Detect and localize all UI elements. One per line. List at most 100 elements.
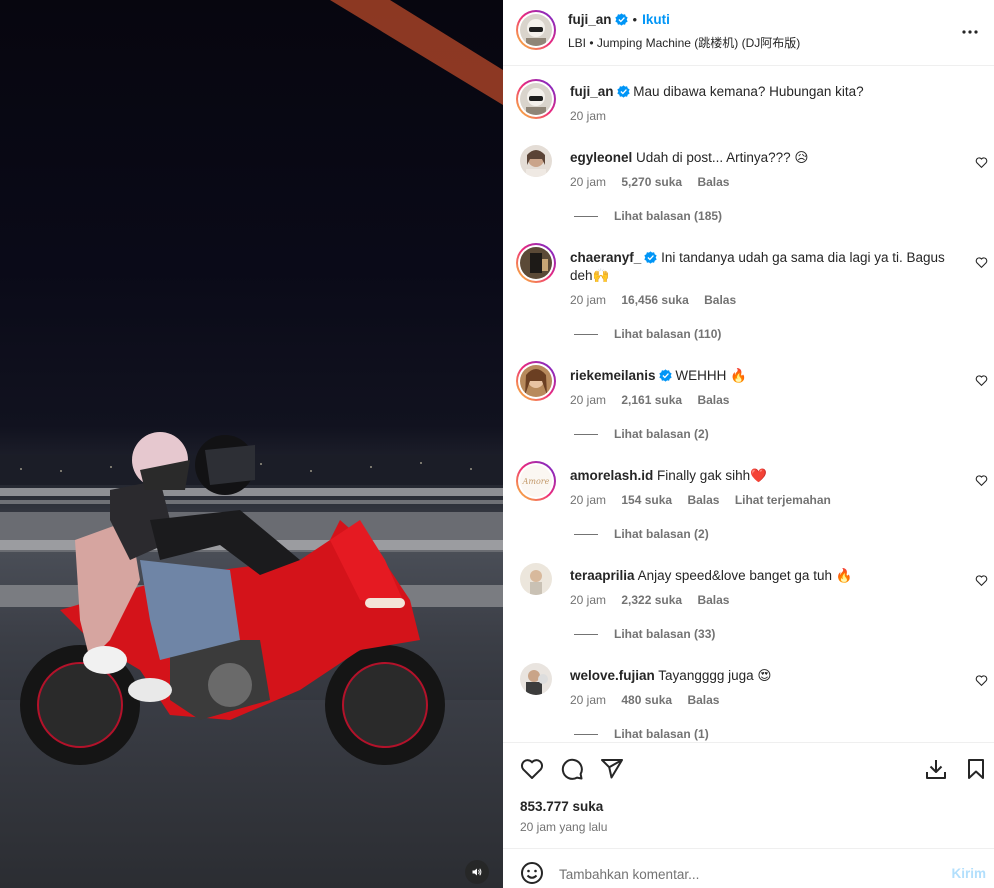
comment-avatar[interactable] — [516, 243, 556, 283]
reply-button[interactable]: Balas — [687, 693, 719, 707]
comment-text: Tayangggg juga 😍 — [658, 668, 772, 683]
comment-meta: 20 jam 154 suka Balas Lihat terjemahan — [570, 493, 843, 507]
comment-text: Udah di post... Artinya??? 😥 — [636, 150, 809, 165]
author-avatar[interactable] — [516, 10, 556, 50]
more-options-icon[interactable] — [958, 20, 982, 44]
heart-icon[interactable] — [975, 574, 988, 587]
comment-icon[interactable] — [560, 757, 584, 781]
video-frame — [0, 0, 503, 888]
save-icon[interactable] — [964, 757, 988, 781]
comment-meta: 20 jam 480 suka Balas — [570, 693, 731, 707]
view-replies-button[interactable]: Lihat balasan (110) — [574, 327, 721, 341]
comment-likes[interactable]: 5,270 suka — [621, 175, 682, 189]
view-replies-button[interactable]: Lihat balasan (2) — [574, 527, 709, 541]
comment-input[interactable] — [559, 863, 929, 885]
separator-dot: • — [632, 12, 638, 27]
comment-username[interactable]: riekemeilanis — [570, 368, 656, 383]
replies-line — [574, 334, 598, 336]
reply-button[interactable]: Balas — [697, 593, 729, 607]
comment-avatar[interactable] — [520, 663, 552, 695]
reply-button[interactable]: Balas — [687, 493, 719, 507]
view-replies-button[interactable]: Lihat balasan (1) — [574, 727, 709, 741]
reply-button[interactable]: Balas — [697, 175, 729, 189]
replies-line — [574, 434, 598, 436]
comment-time: 20 jam — [570, 493, 607, 507]
replies-line — [574, 734, 598, 736]
reply-button[interactable]: Balas — [697, 393, 729, 407]
comment-avatar[interactable] — [520, 563, 552, 595]
caption-avatar[interactable] — [516, 79, 556, 119]
comment-text: Anjay speed&love banget ga tuh 🔥 — [637, 568, 853, 583]
comment-likes[interactable]: 480 suka — [621, 693, 672, 707]
author-username[interactable]: fuji_an — [568, 12, 612, 27]
view-replies-label: Lihat balasan (2) — [614, 427, 709, 441]
heart-icon[interactable] — [975, 674, 988, 687]
comment-item: welove.fujian Tayangggg juga 😍 20 jam 48… — [503, 663, 994, 742]
comment-composer: Kirim — [503, 848, 994, 888]
comment-likes[interactable]: 16,456 suka — [621, 293, 688, 307]
post-caption: fuji_an Mau dibawa kemana? Hubungan kita… — [503, 79, 994, 135]
verified-icon — [644, 251, 657, 264]
svg-text:Amore: Amore — [522, 477, 550, 486]
caption-time: 20 jam — [570, 109, 607, 123]
heart-icon[interactable] — [975, 474, 988, 487]
view-replies-label: Lihat balasan (110) — [614, 327, 722, 341]
post-detail-panel: fuji_an • Ikuti LBI • Jumping Machine (跳楼机… — [503, 0, 994, 888]
download-icon[interactable] — [924, 757, 948, 781]
likes-count[interactable]: 853.777 suka — [520, 799, 603, 814]
caption-meta: 20 jam — [570, 109, 618, 123]
comment-likes[interactable]: 2,161 suka — [621, 393, 682, 407]
comment-meta: 20 jam 2,161 suka Balas — [570, 393, 741, 407]
comment-item: teraaprilia Anjay speed&love banget ga t… — [503, 563, 994, 653]
comment-likes[interactable]: 154 suka — [621, 493, 672, 507]
comment-meta: 20 jam 5,270 suka Balas — [570, 175, 741, 189]
share-icon[interactable] — [600, 757, 624, 781]
comment-avatar[interactable] — [516, 361, 556, 401]
comment-avatar[interactable]: Amore — [516, 461, 556, 501]
comment-time: 20 jam — [570, 693, 607, 707]
comment-item: chaeranyf_ Ini tandanya udah ga sama dia… — [503, 243, 994, 345]
emoji-icon[interactable] — [520, 861, 544, 885]
heart-icon[interactable] — [975, 374, 988, 387]
verified-icon — [658, 369, 672, 382]
heart-icon[interactable] — [520, 757, 544, 781]
comment-time: 20 jam — [570, 393, 607, 407]
comment-likes[interactable]: 2,322 suka — [621, 593, 682, 607]
comment-username[interactable]: teraaprilia — [570, 568, 635, 583]
post-media[interactable] — [0, 0, 503, 888]
view-replies-button[interactable]: Lihat balasan (33) — [574, 627, 715, 641]
replies-line — [574, 216, 598, 218]
comment-username[interactable]: chaeranyf_ — [570, 250, 641, 265]
comment-username[interactable]: amorelash.id — [570, 468, 653, 483]
audio-toggle-button[interactable] — [465, 860, 489, 884]
audio-icon — [472, 868, 482, 876]
comment-time: 20 jam — [570, 593, 607, 607]
post-actions: 853.777 suka 20 jam yang lalu — [503, 742, 994, 842]
reply-button[interactable]: Balas — [704, 293, 736, 307]
verified-icon — [616, 85, 630, 98]
view-replies-label: Lihat balasan (2) — [614, 527, 709, 541]
caption-username[interactable]: fuji_an — [570, 84, 614, 99]
heart-icon[interactable] — [975, 156, 988, 169]
comment-avatar[interactable] — [520, 145, 552, 177]
view-replies-button[interactable]: Lihat balasan (185) — [574, 209, 722, 223]
follow-button[interactable]: Ikuti — [642, 12, 670, 27]
comment-username[interactable]: welove.fujian — [570, 668, 655, 683]
send-button[interactable]: Kirim — [951, 866, 986, 881]
post-time: 20 jam yang lalu — [520, 820, 608, 834]
comment-item: riekemeilanis WEHHH 🔥 20 jam 2,161 suka … — [503, 361, 994, 453]
comment-item: Amore amorelash.id Finally gak sihh❤️ 20… — [503, 461, 994, 553]
caption-text: Mau dibawa kemana? Hubungan kita? — [633, 84, 864, 99]
comment-text: WEHHH 🔥 — [675, 368, 747, 383]
comment-time: 20 jam — [570, 175, 607, 189]
comments-list[interactable]: fuji_an Mau dibawa kemana? Hubungan kita… — [503, 67, 994, 742]
see-translation-button[interactable]: Lihat terjemahan — [735, 493, 831, 507]
audio-track-link[interactable]: LBI • Jumping Machine (跳楼机) (DJ阿布版) — [568, 34, 800, 51]
view-replies-button[interactable]: Lihat balasan (2) — [574, 427, 709, 441]
view-replies-label: Lihat balasan (33) — [614, 627, 716, 641]
heart-icon[interactable] — [975, 256, 988, 269]
verified-icon — [614, 13, 628, 26]
comment-username[interactable]: egyleonel — [570, 150, 632, 165]
comment-time: 20 jam — [570, 293, 607, 307]
replies-line — [574, 534, 598, 536]
